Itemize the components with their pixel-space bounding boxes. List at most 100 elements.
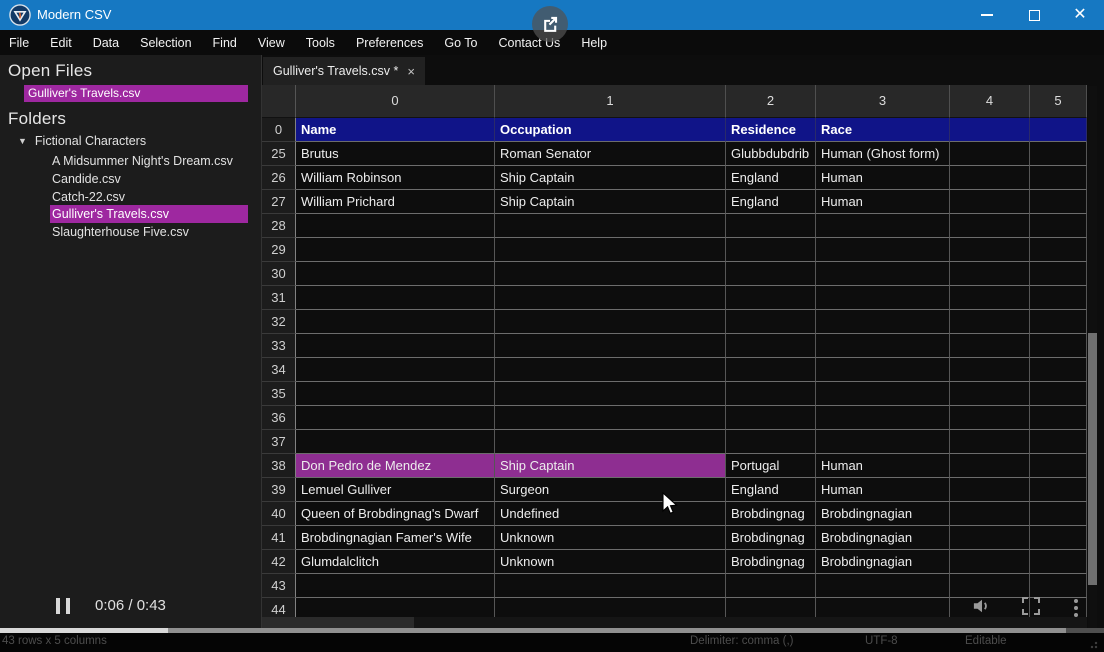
- menu-item-selection[interactable]: Selection: [140, 36, 191, 50]
- menu-item-tools[interactable]: Tools: [306, 36, 335, 50]
- column-header-3[interactable]: 3: [816, 85, 950, 118]
- vertical-scrollbar-thumb[interactable]: [1088, 333, 1097, 585]
- cell[interactable]: [495, 238, 726, 262]
- row-number[interactable]: 43: [262, 574, 296, 598]
- cell[interactable]: Unknown: [495, 526, 726, 550]
- row-number[interactable]: 25: [262, 142, 296, 166]
- cell[interactable]: Glumdalclitch: [296, 550, 495, 574]
- open-file-item-gullivers-travels[interactable]: Gulliver's Travels.csv: [24, 85, 248, 102]
- cell[interactable]: [726, 310, 816, 334]
- cell[interactable]: [296, 406, 495, 430]
- row-number[interactable]: 39: [262, 478, 296, 502]
- cell[interactable]: [1030, 358, 1087, 382]
- cell[interactable]: [1030, 382, 1087, 406]
- cell[interactable]: [1030, 166, 1087, 190]
- cell[interactable]: Human (Ghost form): [816, 142, 950, 166]
- cell[interactable]: Brobdingnag: [726, 526, 816, 550]
- cell[interactable]: William Robinson: [296, 166, 495, 190]
- cell[interactable]: [296, 334, 495, 358]
- cell[interactable]: [1030, 142, 1087, 166]
- cell[interactable]: [950, 238, 1030, 262]
- cell[interactable]: [950, 262, 1030, 286]
- cell[interactable]: [950, 454, 1030, 478]
- menu-item-go-to[interactable]: Go To: [444, 36, 477, 50]
- cell[interactable]: [1030, 454, 1087, 478]
- row-number[interactable]: 27: [262, 190, 296, 214]
- row-number[interactable]: 41: [262, 526, 296, 550]
- cell[interactable]: [950, 334, 1030, 358]
- cell[interactable]: [726, 430, 816, 454]
- cell[interactable]: Brobdingnagian: [816, 502, 950, 526]
- cell[interactable]: Brobdingnagian Famer's Wife: [296, 526, 495, 550]
- cell[interactable]: Unknown: [495, 550, 726, 574]
- cell[interactable]: [726, 238, 816, 262]
- cell[interactable]: [950, 286, 1030, 310]
- chevron-down-icon[interactable]: ▼: [18, 136, 27, 146]
- cell[interactable]: [1030, 574, 1087, 598]
- menu-item-preferences[interactable]: Preferences: [356, 36, 423, 50]
- cell[interactable]: [726, 334, 816, 358]
- column-header-1[interactable]: 1: [495, 85, 726, 118]
- video-seekbar[interactable]: [0, 628, 1104, 633]
- column-header-0[interactable]: 0: [296, 85, 495, 118]
- cell[interactable]: [495, 382, 726, 406]
- cell[interactable]: [950, 502, 1030, 526]
- volume-button[interactable]: [972, 597, 992, 620]
- cell[interactable]: [495, 574, 726, 598]
- menu-item-find[interactable]: Find: [213, 36, 237, 50]
- column-header-4[interactable]: 4: [950, 85, 1030, 118]
- row-number[interactable]: 34: [262, 358, 296, 382]
- cell[interactable]: [495, 406, 726, 430]
- cell[interactable]: Lemuel Gulliver: [296, 478, 495, 502]
- menu-item-edit[interactable]: Edit: [50, 36, 72, 50]
- tab-gullivers-travels[interactable]: Gulliver's Travels.csv * ×: [263, 57, 425, 85]
- cell[interactable]: Undefined: [495, 502, 726, 526]
- tree-file-slaughterhouse-five-csv[interactable]: Slaughterhouse Five.csv: [52, 223, 189, 241]
- cell[interactable]: Ship Captain: [495, 190, 726, 214]
- cell[interactable]: [296, 430, 495, 454]
- cell[interactable]: [495, 334, 726, 358]
- row-number[interactable]: 31: [262, 286, 296, 310]
- cell[interactable]: [726, 574, 816, 598]
- row-number[interactable]: 36: [262, 406, 296, 430]
- maximize-button[interactable]: [1012, 0, 1056, 30]
- cell[interactable]: [816, 238, 950, 262]
- cell[interactable]: [726, 286, 816, 310]
- cell[interactable]: [296, 286, 495, 310]
- cell[interactable]: [495, 262, 726, 286]
- cell[interactable]: [1030, 310, 1087, 334]
- cell[interactable]: [816, 382, 950, 406]
- menu-item-data[interactable]: Data: [93, 36, 119, 50]
- cell[interactable]: England: [726, 190, 816, 214]
- cell[interactable]: [1030, 118, 1087, 142]
- row-number[interactable]: 38: [262, 454, 296, 478]
- grid-corner-cell[interactable]: [262, 85, 296, 118]
- cell[interactable]: Ship Captain: [495, 166, 726, 190]
- cell[interactable]: [950, 142, 1030, 166]
- cell[interactable]: [816, 334, 950, 358]
- cell[interactable]: [816, 286, 950, 310]
- cell[interactable]: Residence: [726, 118, 816, 142]
- cell[interactable]: [296, 262, 495, 286]
- cell[interactable]: [1030, 238, 1087, 262]
- cell[interactable]: [495, 214, 726, 238]
- cell[interactable]: Human: [816, 478, 950, 502]
- cell[interactable]: Brobdingnagian: [816, 550, 950, 574]
- row-number[interactable]: 29: [262, 238, 296, 262]
- cell[interactable]: Name: [296, 118, 495, 142]
- vertical-scrollbar[interactable]: [1088, 86, 1097, 630]
- cell[interactable]: [950, 382, 1030, 406]
- cell[interactable]: Ship Captain: [495, 454, 726, 478]
- cell[interactable]: [950, 310, 1030, 334]
- cell[interactable]: England: [726, 478, 816, 502]
- cell[interactable]: [1030, 526, 1087, 550]
- cell[interactable]: [1030, 334, 1087, 358]
- cell[interactable]: [1030, 478, 1087, 502]
- row-number[interactable]: 32: [262, 310, 296, 334]
- cell[interactable]: Brobdingnagian: [816, 526, 950, 550]
- menu-item-help[interactable]: Help: [581, 36, 607, 50]
- cell[interactable]: Brobdingnag: [726, 550, 816, 574]
- cell[interactable]: [296, 382, 495, 406]
- row-number[interactable]: 26: [262, 166, 296, 190]
- cell[interactable]: [726, 214, 816, 238]
